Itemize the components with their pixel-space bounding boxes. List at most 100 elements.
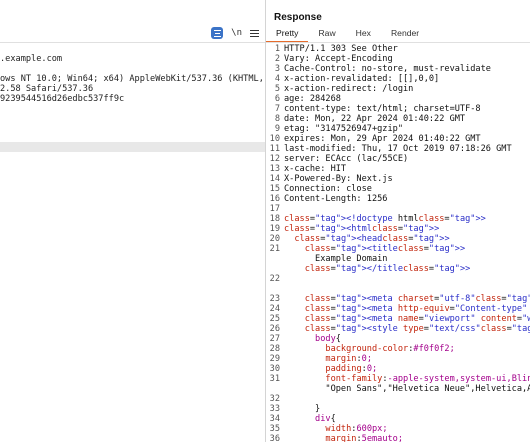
line-number: 19 bbox=[269, 224, 280, 234]
response-line: 18 class="tag"><!doctype htmlclass="tag">… bbox=[266, 214, 530, 224]
line-text: class="tag"><meta name="viewport" conten… bbox=[304, 314, 530, 324]
line-number: 33 bbox=[269, 404, 280, 414]
line-number: 4 bbox=[274, 74, 280, 84]
line-text: Content-Length: 1256 bbox=[284, 194, 388, 204]
response-line: 10 expires: Mon, 29 Apr 2024 01:40:22 GMT bbox=[266, 134, 530, 144]
response-line: 12 server: ECAcc (lac/55CE) bbox=[266, 154, 530, 164]
line-number: 35 bbox=[269, 424, 280, 434]
line-number: 10 bbox=[269, 134, 280, 144]
response-line: 7 content-type: text/html; charset=UTF-8 bbox=[266, 104, 530, 114]
response-line: 15 Connection: close bbox=[266, 184, 530, 194]
tab-raw[interactable]: Raw bbox=[308, 28, 345, 41]
line-text: width:600px; bbox=[325, 424, 388, 434]
response-line: 30 padding:0; bbox=[266, 364, 530, 374]
line-number bbox=[266, 384, 284, 394]
line-text: margin:0; bbox=[325, 354, 372, 364]
response-line: 28 background-color:#f0f0f2; bbox=[266, 344, 530, 354]
line-number: 34 bbox=[269, 414, 280, 424]
line-text: "Open Sans","Helvetica Neue",Helvetica,A… bbox=[284, 384, 530, 394]
line-number: 8 bbox=[274, 114, 280, 124]
line-number: 14 bbox=[269, 174, 280, 184]
line-text: class="tag"><headclass="tag">> bbox=[294, 234, 450, 244]
response-line: Example Domain bbox=[266, 254, 530, 264]
response-line: 29 margin:0; bbox=[266, 354, 530, 364]
line-text: margin:5emauto; bbox=[325, 434, 404, 442]
line-number: 27 bbox=[269, 334, 280, 344]
response-tabs: Pretty Raw Hex Render bbox=[266, 28, 429, 43]
response-line: 32 bbox=[266, 394, 530, 404]
response-line: 21 class="tag"><titleclass="tag">> bbox=[266, 244, 530, 254]
toolbar-divider bbox=[0, 42, 265, 43]
response-line: 8 date: Mon, 22 Apr 2024 01:40:22 GMT bbox=[266, 114, 530, 124]
line-number: 3 bbox=[274, 64, 280, 74]
line-number: 26 bbox=[269, 324, 280, 334]
menu-icon[interactable] bbox=[250, 29, 259, 37]
response-line: 13 x-cache: HIT bbox=[266, 164, 530, 174]
response-line: 5 x-action-redirect: /login bbox=[266, 84, 530, 94]
response-line: 27 body{ bbox=[266, 334, 530, 344]
line-text: x-action-revalidated: [[],0,0] bbox=[284, 74, 440, 84]
line-text: HTTP/1.1 303 See Other bbox=[284, 44, 398, 54]
line-number: 9 bbox=[274, 124, 280, 134]
line-number: 1 bbox=[274, 44, 280, 54]
response-line: "Open Sans","Helvetica Neue",Helvetica,A… bbox=[266, 384, 530, 394]
line-number: 11 bbox=[269, 144, 280, 154]
line-number: 15 bbox=[269, 184, 280, 194]
request-toolbar: \n bbox=[211, 26, 259, 40]
response-line: 2 Vary: Accept-Encoding bbox=[266, 54, 530, 64]
response-line: 25 class="tag"><meta name="viewport" con… bbox=[266, 314, 530, 324]
response-line: 24 class="tag"><meta http-equiv="Content… bbox=[266, 304, 530, 314]
line-number bbox=[266, 264, 284, 274]
line-number: 7 bbox=[274, 104, 280, 114]
line-number: 5 bbox=[274, 84, 280, 94]
newline-toggle-icon[interactable]: \n bbox=[231, 28, 242, 38]
line-text: class="tag"><meta http-equiv="Content-ty… bbox=[304, 304, 528, 314]
request-line-token: 9239544516d26edbc537ff9c bbox=[0, 94, 125, 104]
pretty-format-icon[interactable] bbox=[211, 27, 224, 39]
line-text: padding:0; bbox=[325, 364, 378, 374]
line-number: 23 bbox=[269, 294, 280, 304]
response-line: 4 x-action-revalidated: [[],0,0] bbox=[266, 74, 530, 84]
line-text: last-modified: Thu, 17 Oct 2019 07:18:26… bbox=[284, 144, 512, 154]
highlighted-line bbox=[0, 142, 265, 152]
line-text: etag: "3147526947+gzip" bbox=[284, 124, 403, 134]
response-line: 9 etag: "3147526947+gzip" bbox=[266, 124, 530, 134]
tab-pretty[interactable]: Pretty bbox=[266, 28, 309, 43]
line-number: 21 bbox=[269, 244, 280, 254]
line-text: date: Mon, 22 Apr 2024 01:40:22 GMT bbox=[284, 114, 466, 124]
line-text: expires: Mon, 29 Apr 2024 01:40:22 GMT bbox=[284, 134, 481, 144]
line-number: 29 bbox=[269, 354, 280, 364]
line-text: background-color:#f0f0f2; bbox=[325, 344, 455, 354]
line-text: class="tag"></titleclass="tag">> bbox=[304, 264, 471, 274]
response-title: Response bbox=[274, 12, 322, 23]
response-line: 16 Content-Length: 1256 bbox=[266, 194, 530, 204]
line-number: 24 bbox=[269, 304, 280, 314]
response-line: 20 class="tag"><headclass="tag">> bbox=[266, 234, 530, 244]
line-number bbox=[266, 254, 284, 264]
line-text: Vary: Accept-Encoding bbox=[284, 54, 393, 64]
line-text: } bbox=[284, 404, 321, 414]
line-number: 32 bbox=[269, 394, 280, 404]
response-line: 14 X-Powered-By: Next.js bbox=[266, 174, 530, 184]
line-text: age: 284268 bbox=[284, 94, 341, 104]
line-number: 25 bbox=[269, 314, 280, 324]
line-number: 20 bbox=[269, 234, 280, 244]
line-text: class="tag"><meta charset="utf-8"class="… bbox=[304, 294, 530, 304]
line-number: 30 bbox=[269, 364, 280, 374]
response-body[interactable]: 1 HTTP/1.1 303 See Other 2 Vary: Accept-Enc… bbox=[266, 44, 530, 442]
request-panel: \n .example.com ows NT 10.0; Win64; x64)… bbox=[0, 0, 265, 442]
response-line: 26 class="tag"><style type="text/css"cla… bbox=[266, 324, 530, 334]
tab-hex[interactable]: Hex bbox=[346, 28, 381, 41]
line-text: x-cache: HIT bbox=[284, 164, 347, 174]
line-number: 28 bbox=[269, 344, 280, 354]
line-text: class="tag"><!doctype htmlclass="tag">> bbox=[284, 214, 486, 224]
response-line: 6 age: 284268 bbox=[266, 94, 530, 104]
line-number: 22 bbox=[269, 274, 280, 284]
line-text: Example Domain bbox=[284, 254, 388, 264]
response-line: 34 div{ bbox=[266, 414, 530, 424]
line-number: 12 bbox=[269, 154, 280, 164]
request-line-user-agent-1: ows NT 10.0; Win64; x64) AppleWebKit/537… bbox=[0, 74, 264, 84]
tab-render[interactable]: Render bbox=[381, 28, 429, 41]
response-line: 3 Cache-Control: no-store, must-revalidat… bbox=[266, 64, 530, 74]
tabs-divider bbox=[266, 42, 530, 43]
